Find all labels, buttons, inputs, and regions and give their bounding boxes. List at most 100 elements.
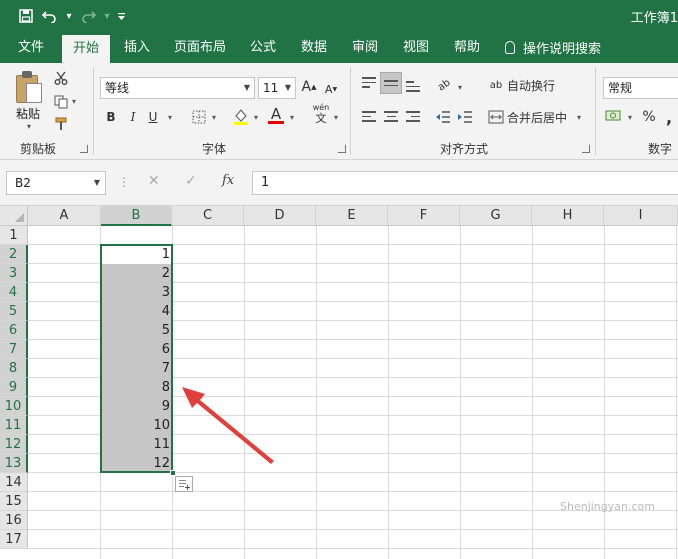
paste-icon[interactable] — [16, 71, 44, 103]
font-size-combo[interactable]: 11 ▼ — [258, 77, 296, 99]
percent-style-button[interactable]: % — [640, 107, 658, 127]
alignment-launcher-icon[interactable] — [582, 145, 590, 153]
tell-me-search[interactable]: 操作说明搜索 — [505, 32, 601, 63]
orientation-button[interactable]: ab — [430, 71, 458, 99]
row-header-11[interactable]: 11 — [0, 416, 28, 435]
copy-dropdown-icon[interactable]: ▾ — [72, 97, 76, 106]
tab-review[interactable]: 审阅 — [352, 32, 378, 63]
font-name-dropdown-icon[interactable]: ▼ — [244, 78, 250, 98]
increase-indent-icon[interactable] — [456, 108, 474, 126]
select-all-button[interactable] — [0, 206, 28, 226]
tab-insert[interactable]: 插入 — [124, 32, 150, 63]
row-header-1[interactable]: 1 — [0, 226, 28, 245]
row-header-10[interactable]: 10 — [0, 397, 28, 416]
tab-file[interactable]: 文件 — [18, 32, 44, 63]
align-right-icon[interactable] — [406, 111, 422, 125]
wrap-text-button[interactable]: 自动换行 — [507, 75, 555, 95]
borders-dropdown-icon[interactable]: ▾ — [212, 113, 216, 122]
borders-icon[interactable] — [190, 108, 208, 126]
bottom-align-icon[interactable] — [406, 81, 422, 95]
shrink-font-button[interactable]: A ▼ — [322, 79, 340, 99]
column-header-a[interactable]: A — [28, 206, 101, 226]
row-header-17[interactable]: 17 — [0, 530, 28, 549]
save-icon[interactable] — [14, 6, 38, 26]
column-header-e[interactable]: E — [316, 206, 388, 226]
enter-icon[interactable]: ✓ — [185, 173, 197, 189]
row-header-6[interactable]: 6 — [0, 321, 28, 340]
merge-center-button[interactable]: 合并后居中 — [507, 107, 567, 127]
font-color-dropdown-icon[interactable]: ▾ — [290, 113, 294, 122]
lightbulb-icon — [505, 41, 515, 54]
copy-icon[interactable] — [52, 93, 70, 111]
font-launcher-icon[interactable] — [338, 145, 346, 153]
row-header-3[interactable]: 3 — [0, 264, 28, 283]
bold-button[interactable]: B — [102, 107, 120, 127]
format-painter-icon[interactable] — [52, 115, 70, 133]
underline-button[interactable]: U — [144, 107, 162, 127]
formula-input[interactable]: 1 — [252, 171, 678, 195]
fill-color-dropdown-icon[interactable]: ▾ — [254, 113, 258, 122]
row-header-8[interactable]: 8 — [0, 359, 28, 378]
name-box-dropdown-icon[interactable]: ▼ — [94, 172, 100, 194]
column-header-h[interactable]: H — [532, 206, 604, 226]
paste-button[interactable]: 粘贴 — [16, 105, 40, 122]
redo-dropdown-icon[interactable]: ▾ — [100, 6, 114, 26]
merge-center-dropdown-icon[interactable]: ▾ — [577, 113, 581, 122]
fill-color-icon[interactable] — [232, 107, 250, 125]
undo-dropdown-icon[interactable]: ▾ — [62, 6, 76, 26]
align-left-icon[interactable] — [362, 111, 378, 125]
tab-view[interactable]: 视图 — [403, 32, 429, 63]
decrease-indent-icon[interactable] — [434, 108, 452, 126]
row-header-13[interactable]: 13 — [0, 454, 28, 473]
row-header-9[interactable]: 9 — [0, 378, 28, 397]
align-center-icon[interactable] — [384, 111, 400, 125]
top-align-icon[interactable] — [362, 77, 378, 91]
row-header-5[interactable]: 5 — [0, 302, 28, 321]
phonetic-dropdown-icon[interactable]: ▾ — [334, 113, 338, 122]
paste-dropdown-icon[interactable]: ▾ — [27, 122, 31, 131]
redo-icon[interactable] — [76, 6, 100, 26]
number-format-combo[interactable]: 常规 — [603, 77, 678, 99]
grow-font-button[interactable]: A ▲ — [300, 77, 318, 97]
row-header-14[interactable]: 14 — [0, 473, 28, 492]
row-header-2[interactable]: 2 — [0, 245, 28, 264]
italic-button[interactable]: I — [124, 107, 142, 127]
font-color-button[interactable]: A — [266, 105, 286, 125]
font-size-dropdown-icon[interactable]: ▼ — [285, 78, 291, 98]
column-header-b[interactable]: B — [101, 206, 172, 226]
column-header-d[interactable]: D — [244, 206, 316, 226]
grow-font-glyph: A — [301, 79, 312, 95]
row-header-7[interactable]: 7 — [0, 340, 28, 359]
column-header-f[interactable]: F — [388, 206, 460, 226]
insert-function-icon[interactable]: fx — [222, 173, 234, 188]
row-header-12[interactable]: 12 — [0, 435, 28, 454]
tab-help[interactable]: 帮助 — [454, 32, 480, 63]
accounting-dropdown-icon[interactable]: ▾ — [628, 113, 632, 122]
column-header-i[interactable]: I — [604, 206, 678, 226]
column-header-c[interactable]: C — [172, 206, 244, 226]
customize-qat-icon[interactable] — [114, 6, 128, 26]
merge-center-icon[interactable] — [487, 108, 505, 126]
font-size-value: 11 — [263, 81, 279, 95]
row-header-4[interactable]: 4 — [0, 283, 28, 302]
tab-formulas[interactable]: 公式 — [250, 32, 276, 63]
tab-page-layout[interactable]: 页面布局 — [174, 32, 226, 63]
accounting-format-icon[interactable] — [605, 107, 623, 125]
name-box[interactable]: B2 ▼ — [6, 171, 106, 195]
orientation-dropdown-icon[interactable]: ▾ — [458, 83, 462, 92]
underline-dropdown-icon[interactable]: ▾ — [168, 113, 172, 122]
formula-bar-grip-icon[interactable]: ⋮ — [118, 175, 130, 189]
undo-icon[interactable] — [38, 6, 62, 26]
font-name-combo[interactable]: 等线 ▼ — [100, 77, 255, 99]
comma-style-button[interactable]: , — [662, 107, 676, 127]
tab-home[interactable]: 开始 — [62, 35, 111, 63]
quick-analysis-icon[interactable] — [175, 476, 193, 492]
cut-icon[interactable] — [52, 69, 70, 87]
column-header-g[interactable]: G — [460, 206, 532, 226]
tab-data[interactable]: 数据 — [301, 32, 327, 63]
cancel-icon[interactable]: ✕ — [148, 173, 160, 189]
clipboard-launcher-icon[interactable] — [80, 145, 88, 153]
row-header-16[interactable]: 16 — [0, 511, 28, 530]
phonetic-guide-button[interactable]: wén 文 — [310, 103, 332, 124]
row-header-15[interactable]: 15 — [0, 492, 28, 511]
